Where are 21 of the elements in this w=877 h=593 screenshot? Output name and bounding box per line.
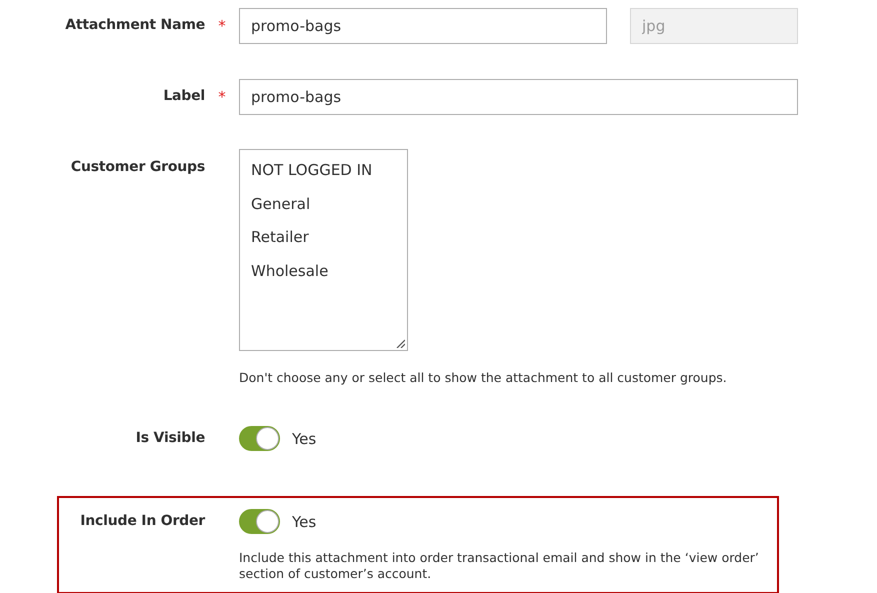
list-option[interactable]: General bbox=[240, 188, 407, 221]
required-mark: * bbox=[218, 88, 226, 106]
field-label: Attachment Name bbox=[65, 16, 205, 33]
toggle-switch[interactable] bbox=[239, 509, 280, 534]
multiselect-list[interactable]: NOT LOGGED IN General Retailer Wholesale bbox=[239, 149, 408, 351]
list-option[interactable]: NOT LOGGED IN bbox=[240, 154, 407, 188]
list-option[interactable]: Wholesale bbox=[240, 254, 407, 288]
field-label: Customer Groups bbox=[70, 158, 205, 175]
list-option[interactable]: Retailer bbox=[240, 221, 407, 254]
text-field[interactable]: promo-bags bbox=[239, 79, 798, 115]
field-label: Is Visible bbox=[136, 429, 205, 446]
field-label: Include In Order bbox=[80, 512, 205, 529]
toggle-value: Yes bbox=[292, 430, 316, 448]
field-label: Label bbox=[163, 87, 205, 104]
toggle-switch[interactable] bbox=[239, 426, 280, 451]
text-field[interactable]: promo-bags bbox=[239, 8, 607, 44]
field-note: Don't choose any or select all to show the attachment to all customer groups. bbox=[239, 370, 728, 386]
resize-grip-icon[interactable] bbox=[396, 339, 405, 348]
toggle-value: Yes bbox=[292, 512, 316, 530]
required-mark: * bbox=[218, 17, 226, 35]
field-note: Include this attachment into order transactional email and show in the ‘view order’ section of customer’s account. bbox=[239, 550, 760, 582]
